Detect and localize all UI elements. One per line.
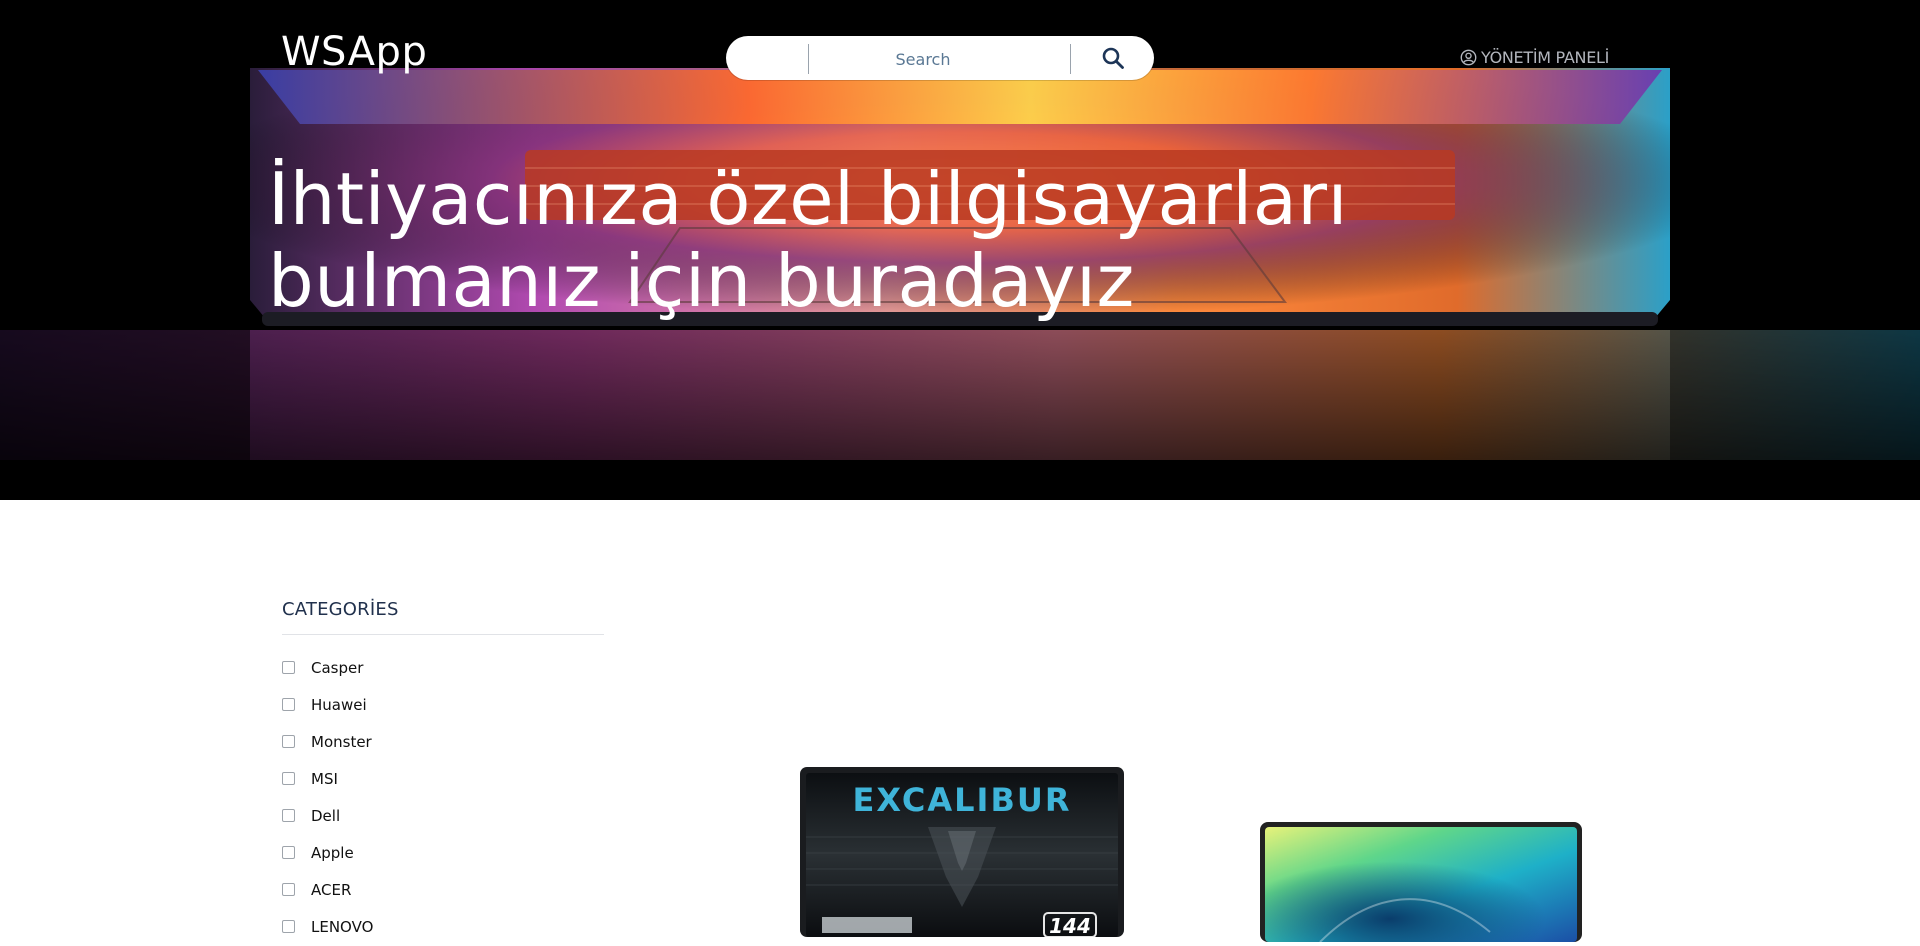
excalibur-brand-text: EXCALIBUR <box>853 781 1072 819</box>
category-label: MSI <box>311 769 338 788</box>
admin-panel-link[interactable]: YÖNETİM PANELİ <box>1460 46 1609 68</box>
category-checkbox[interactable] <box>282 883 295 896</box>
product-card-monster[interactable]: EXCALIBUR 144 <box>800 767 1124 938</box>
category-label: LENOVO <box>311 917 374 936</box>
search-divider <box>808 44 809 74</box>
category-item-huawei[interactable]: Huawei <box>282 686 604 723</box>
category-item-acer[interactable]: ACER <box>282 871 604 908</box>
category-checkbox[interactable] <box>282 661 295 674</box>
category-checkbox[interactable] <box>282 735 295 748</box>
huawei-laptop-image <box>1260 822 1582 943</box>
category-checkbox[interactable] <box>282 772 295 785</box>
monster-laptop-image: EXCALIBUR 144 <box>800 767 1124 938</box>
category-label: Casper <box>311 658 364 677</box>
product-card-huawei[interactable] <box>1260 822 1582 943</box>
category-list: Casper Huawei Monster MSI Dell Apple ACE… <box>282 649 604 945</box>
category-label: Monster <box>311 732 372 751</box>
user-circle-icon <box>1460 49 1477 65</box>
search-bar <box>726 36 1154 80</box>
categories-title: CATEGORİES <box>282 599 399 620</box>
hero-headline: İhtiyacınıza özel bilgisayarları bulmanı… <box>268 158 1468 322</box>
category-label: ACER <box>311 880 352 899</box>
hero-headline-line-2: bulmanız için buradayız <box>268 239 1135 323</box>
categories-sidebar: CATEGORİES Casper Huawei Monster MSI Del… <box>282 594 604 936</box>
hero-banner: WSApp YÖNETİM PANELİ İhtiyacınıza özel b… <box>0 0 1920 500</box>
category-item-apple[interactable]: Apple <box>282 834 604 871</box>
category-label: Dell <box>311 806 341 825</box>
top-navbar: WSApp YÖNETİM PANELİ <box>0 0 1920 110</box>
category-item-casper[interactable]: Casper <box>282 649 604 686</box>
category-item-dell[interactable]: Dell <box>282 797 604 834</box>
search-input[interactable] <box>810 40 1036 78</box>
category-label: Huawei <box>311 695 367 714</box>
category-item-lenovo[interactable]: LENOVO <box>282 908 604 945</box>
category-item-msi[interactable]: MSI <box>282 760 604 797</box>
category-item-monster[interactable]: Monster <box>282 723 604 760</box>
category-label: Apple <box>311 843 354 862</box>
search-button[interactable] <box>1072 36 1154 80</box>
category-checkbox[interactable] <box>282 846 295 859</box>
category-checkbox[interactable] <box>282 698 295 711</box>
search-divider <box>1070 44 1071 74</box>
refresh-rate-badge: 144 <box>1049 914 1091 937</box>
categories-divider <box>282 634 604 635</box>
category-checkbox[interactable] <box>282 809 295 822</box>
admin-panel-label: YÖNETİM PANELİ <box>1481 47 1610 67</box>
category-checkbox[interactable] <box>282 920 295 933</box>
hero-headline-line-1: İhtiyacınıza özel bilgisayarları <box>268 157 1349 241</box>
search-icon <box>1102 47 1124 69</box>
site-logo[interactable]: WSApp <box>281 26 427 78</box>
